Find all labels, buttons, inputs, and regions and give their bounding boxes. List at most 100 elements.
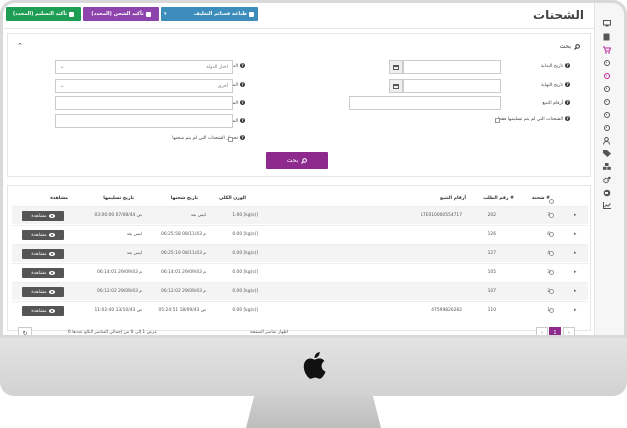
expand-row-icon[interactable]: ▸ xyxy=(574,231,577,237)
circle-icon[interactable] xyxy=(602,110,611,119)
expand-row-icon[interactable]: ▸ xyxy=(574,269,577,275)
circle-icon[interactable] xyxy=(602,84,611,93)
apple-logo-icon xyxy=(303,352,326,379)
circle-icon[interactable] xyxy=(602,97,611,106)
print-labels-button[interactable]: ▾ طباعة قسائم التغليف xyxy=(161,7,258,21)
cell-delivery-date: ليس بعد xyxy=(126,232,142,237)
cell-shipment: 3 xyxy=(547,270,550,275)
city-select[interactable]: ⌄ أخرى xyxy=(55,79,233,93)
confirm-shipping-button[interactable]: تأكيد الشحن (المحدد) xyxy=(83,7,159,21)
check-icon xyxy=(69,11,75,17)
region-input[interactable] xyxy=(55,96,233,110)
expand-row-icon[interactable]: ▸ xyxy=(574,212,577,218)
cell-delivery-date: ليس بعد xyxy=(126,251,142,256)
table-row[interactable]: ▸ 2 107 0.00 [kg(s)] 06:12:02 29/09/43 م 06:1… xyxy=(12,282,588,300)
confirm-shipping-label: تأكيد الشحن (المحدد) xyxy=(91,11,144,17)
tracking-numbers-label: أرقام التتبع? xyxy=(542,100,570,106)
user-icon[interactable] xyxy=(602,136,611,145)
cubes-icon[interactable] xyxy=(602,162,611,171)
cell-shipment: 7 xyxy=(547,213,550,218)
help-icon: ? xyxy=(565,100,570,105)
include-unshipped-label: تحميل الشحنات التي لم يتم شحنها? xyxy=(172,135,245,141)
col-view: مشاهدة xyxy=(50,196,68,201)
cell-weight: 0.00 [kg(s)] xyxy=(232,232,258,237)
table-row[interactable]: ▸ 7 202 LTE010000554717 1.00 [kg(s)] ليس بعد 0… xyxy=(12,206,588,224)
monitor-icon[interactable] xyxy=(602,19,611,28)
confirm-delivery-label: تأكيد التسليم (المحدد) xyxy=(12,11,68,17)
current-page-button[interactable]: 1 xyxy=(549,327,561,335)
search-submit-button[interactable]: بحث xyxy=(266,152,328,169)
table-row[interactable]: ▸ 4 127 0.00 [kg(s)] 06:25:19 08/11/43 م ليس … xyxy=(12,244,588,262)
help-icon: ? xyxy=(240,63,245,68)
circle-icon[interactable] xyxy=(602,123,611,132)
confirm-delivery-button[interactable]: تأكيد التسليم (المحدد) xyxy=(6,7,81,21)
cell-ship-date: 06:25:58 08/11/43 م xyxy=(161,232,206,237)
monitor-bezel: الشحنات ▾ طباعة قسائم التغليف تأكيد الشح… xyxy=(0,0,627,338)
view-button[interactable]: مشاهدة xyxy=(22,306,64,316)
help-icon: ? xyxy=(565,82,570,87)
calendar-icon[interactable] xyxy=(389,60,403,74)
print-icon xyxy=(249,11,254,17)
col-order: رقم الطلب # xyxy=(483,196,514,201)
start-date-input[interactable] xyxy=(403,60,501,74)
cell-order: 107 xyxy=(487,289,496,294)
tracking-numbers-input[interactable] xyxy=(349,96,501,110)
calendar-icon[interactable] xyxy=(389,79,403,93)
cell-order: 202 xyxy=(487,213,496,218)
expand-row-icon[interactable]: ▸ xyxy=(574,250,577,256)
prev-page-button[interactable]: ‹ xyxy=(536,327,548,335)
eye-icon xyxy=(48,309,55,313)
page-header: الشحنات ▾ طباعة قسائم التغليف تأكيد الشح… xyxy=(3,3,624,29)
cell-tracking: 47599826282 xyxy=(431,308,462,313)
cell-delivery-date: 11:02:40 13/10/43 ص xyxy=(94,308,142,313)
col-ship-date: تاريخ شحنها xyxy=(170,196,198,201)
view-button[interactable]: مشاهدة xyxy=(22,230,64,240)
cell-weight: 0.00 [kg(s)] xyxy=(232,289,258,294)
expand-row-icon[interactable]: ▸ xyxy=(574,288,577,294)
page-size-label: اظهار عناصر الصفحة xyxy=(250,330,289,335)
cell-tracking: LTE010000554717 xyxy=(421,213,462,218)
table-row[interactable]: ▸ 3 105 0.00 [kg(s)] 06:14:01 29/09/43 م 06:1… xyxy=(12,263,588,281)
circle-icon[interactable] xyxy=(602,71,611,80)
cell-shipment: 1 xyxy=(547,308,550,313)
tags-icon[interactable] xyxy=(602,149,611,158)
cell-weight: 0.00 [kg(s)] xyxy=(232,251,258,256)
help-icon: ? xyxy=(565,63,570,68)
search-submit-label: بحث xyxy=(286,157,299,164)
cogs-icon[interactable] xyxy=(602,175,611,184)
cell-delivery-date: 06:14:01 29/09/43 م xyxy=(97,270,142,275)
collapse-toggle-icon[interactable]: ⌃ xyxy=(17,42,23,50)
cell-ship-date: 06:14:01 29/09/43 م xyxy=(161,270,206,275)
refresh-icon[interactable]: ↻ xyxy=(18,327,32,335)
end-date-input[interactable] xyxy=(403,79,501,93)
help-icon: ? xyxy=(240,135,245,140)
undelivered-only-checkbox[interactable] xyxy=(495,118,500,123)
cell-weight: 0.00 [kg(s)] xyxy=(232,270,258,275)
include-unshipped-checkbox[interactable] xyxy=(228,137,233,142)
expand-row-icon[interactable]: ▸ xyxy=(574,307,577,313)
start-date-label: تاريخ البداية? xyxy=(540,63,570,69)
view-button[interactable]: مشاهدة xyxy=(22,287,64,297)
table-row[interactable]: ▸ 1 110 47599826282 0.00 [kg(s)] 05:24:51 18/… xyxy=(12,301,588,319)
help-icon: ? xyxy=(240,118,245,123)
view-button-label: مشاهدة xyxy=(31,213,47,219)
book-icon[interactable] xyxy=(602,32,611,41)
globe-icon[interactable] xyxy=(602,188,611,197)
town-input[interactable] xyxy=(55,114,233,128)
cell-ship-date: ليس بعد xyxy=(190,213,206,218)
circle-icon[interactable] xyxy=(602,58,611,67)
search-icon xyxy=(301,157,308,164)
monitor-stand xyxy=(246,396,381,428)
view-button[interactable]: مشاهدة xyxy=(22,211,64,221)
eye-icon xyxy=(48,214,55,218)
view-button-label: مشاهدة xyxy=(31,270,47,276)
view-button[interactable]: مشاهدة xyxy=(22,268,64,278)
next-page-button[interactable]: › xyxy=(563,327,575,335)
cell-delivery-date: 03:00:00 07/08/44 ص xyxy=(94,213,142,218)
cell-delivery-date: 06:12:02 29/09/43 م xyxy=(97,289,142,294)
view-button[interactable]: مشاهدة xyxy=(22,249,64,259)
table-row[interactable]: ▸ 6 126 0.00 [kg(s)] 06:25:58 08/11/43 م ليس … xyxy=(12,225,588,243)
country-select[interactable]: ⌄ اختار الدولة xyxy=(55,60,233,74)
chart-icon[interactable] xyxy=(602,201,611,210)
cart-icon[interactable] xyxy=(602,45,611,54)
